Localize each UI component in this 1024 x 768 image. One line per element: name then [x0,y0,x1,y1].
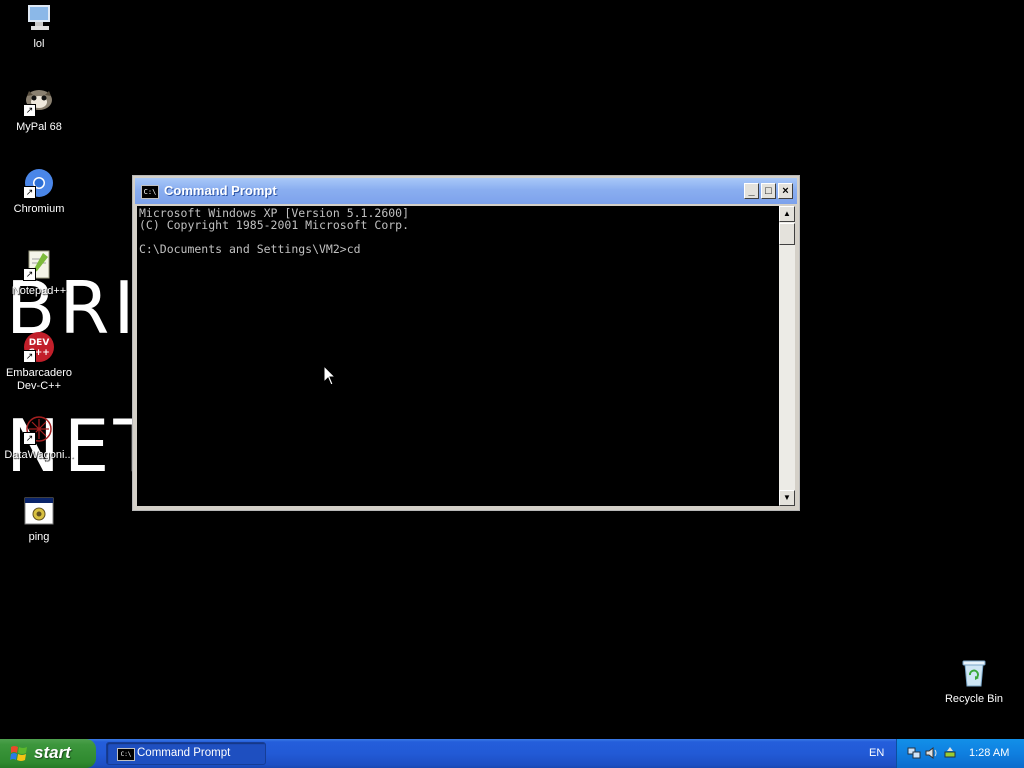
clock[interactable]: 1:28 AM [969,747,1009,759]
taskbar-item-label: Command Prompt [137,747,231,759]
start-button[interactable]: start [0,739,96,768]
taskbar-item-command-prompt[interactable]: C:\ Command Prompt [106,742,266,765]
vertical-scrollbar[interactable]: ▲ ▼ [779,206,795,506]
network-icon[interactable] [907,746,921,760]
svg-text:DEV: DEV [29,338,50,348]
desktop-icon-label: Embarcadero Dev-C++ [5,367,73,392]
desktop-icon-datawagon[interactable]: ↗ DataWagoni... [1,413,77,462]
desktop-icon-ping[interactable]: ping [1,495,77,544]
desktop-icon-label: Chromium [13,203,65,215]
system-tray: 1:28 AM [896,739,1024,768]
shortcut-arrow-icon: ↗ [23,350,36,363]
language-indicator[interactable]: EN [869,747,884,759]
desktop-icon-chromium[interactable]: ↗ Chromium [1,167,77,216]
window-title: Command Prompt [164,183,277,198]
desktop-icon-lol[interactable]: lol [1,2,77,51]
shortcut-arrow-icon: ↗ [23,268,36,281]
mouse-cursor-icon [323,365,337,386]
desktop-icon-label: Recycle Bin [944,693,1004,705]
scroll-down-button[interactable]: ▼ [779,490,795,506]
desktop-icon-mypal[interactable]: ↗ MyPal 68 [1,85,77,134]
console-prompt-line: C:\Documents and Settings\VM2>cd [139,242,361,256]
close-button[interactable]: × [778,183,793,199]
desktop-icon-label: Notepad++ [11,285,67,297]
desktop-icon-devcpp[interactable]: DEV C++ ↗ Embarcadero Dev-C++ [1,331,77,393]
taskbar: start C:\ Command Prompt EN 1:28 AM [0,739,1024,768]
command-prompt-window[interactable]: C:\ Command Prompt _ □ × Microsoft Windo… [132,175,800,511]
window-titlebar[interactable]: C:\ Command Prompt _ □ × [135,178,797,204]
desktop-icon-label: ping [28,531,50,543]
shortcut-arrow-icon: ↗ [23,186,36,199]
start-label: start [34,743,71,762]
desktop-icon-label: lol [33,38,45,50]
notepad-plus-plus-icon: ↗ [23,249,55,281]
console-output[interactable]: Microsoft Windows XP [Version 5.1.2600] … [137,206,779,506]
command-prompt-icon: C:\ [141,185,159,199]
desktop-icon-recycle-bin[interactable]: Recycle Bin [936,657,1012,706]
safely-remove-hardware-icon[interactable] [943,746,957,760]
desktop-icon-label: MyPal 68 [16,121,62,133]
scroll-thumb[interactable] [779,223,795,245]
volume-icon[interactable] [925,746,939,760]
datawagon-icon: ↗ [23,413,55,445]
shortcut-arrow-icon: ↗ [23,432,36,445]
shortcut-arrow-icon: ↗ [23,104,36,117]
devcpp-icon: DEV C++ ↗ [23,331,55,363]
recycle-bin-icon [958,657,990,689]
minimize-button[interactable]: _ [744,183,759,199]
mypal-icon: ↗ [23,85,55,117]
desktop-icon-label: DataWagoni... [4,449,74,461]
ping-program-icon [23,495,55,527]
computer-icon [23,2,55,34]
chromium-icon: ↗ [23,167,55,199]
windows-flag-icon [10,746,27,761]
desktop-icon-notepadpp[interactable]: ↗ Notepad++ [1,249,77,298]
command-prompt-icon: C:\ [117,748,135,761]
scroll-up-button[interactable]: ▲ [779,206,795,222]
maximize-button[interactable]: □ [761,183,776,199]
console-line: (C) Copyright 1985-2001 Microsoft Corp. [139,218,410,232]
